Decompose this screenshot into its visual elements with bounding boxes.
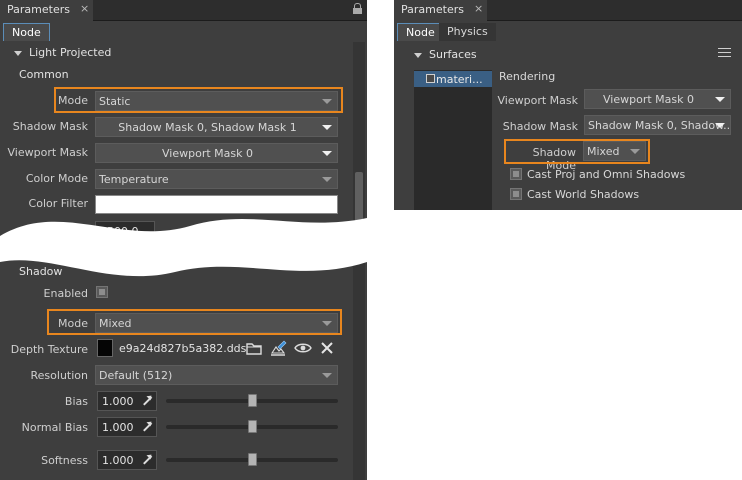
right-tab-physics-label: Physics	[447, 25, 488, 38]
right-parameters-tab-label: Parameters	[401, 3, 464, 16]
normal-bias-slider[interactable]	[166, 420, 338, 433]
left-scrollbar[interactable]	[353, 42, 365, 480]
softness-input[interactable]: 1.000	[97, 450, 157, 470]
enabled-checkbox[interactable]	[96, 286, 108, 298]
left-tab-node-label: Node	[12, 26, 41, 39]
shadow-mode-highlight	[47, 309, 342, 335]
section-light-projected[interactable]: Light Projected	[14, 46, 111, 59]
right-tab-bar: Parameters ×	[394, 0, 742, 21]
chevron-down-icon	[322, 125, 332, 130]
cast-proj-omni-label: Cast Proj and Omni Shadows	[527, 168, 686, 181]
bias-slider[interactable]	[166, 394, 338, 407]
normal-bias-input[interactable]: 1.000	[97, 417, 157, 437]
drag-arrow-icon[interactable]	[142, 396, 152, 406]
right-tab-node[interactable]: Node	[397, 23, 444, 41]
shadow-mask-dropdown[interactable]: Shadow Mask 0, Shadow Mask 1	[95, 117, 338, 137]
section-surfaces-title: Surfaces	[429, 48, 477, 61]
chevron-down-icon	[715, 123, 725, 128]
color-filter-swatch[interactable]	[95, 195, 338, 214]
rp-shadow-mask-label: Shadow Mask	[502, 120, 578, 133]
right-parameters-tab[interactable]: Parameters ×	[394, 0, 487, 21]
bias-slider-handle[interactable]	[247, 394, 257, 407]
normal-bias-value: 1.000	[102, 421, 134, 434]
depth-texture-field[interactable]: e9a24d827b5a382.dds	[97, 339, 246, 357]
surfaces-list[interactable]	[414, 70, 492, 210]
resolution-label: Resolution	[30, 369, 88, 382]
surface-item-label: materi...	[436, 73, 483, 86]
normal-bias-slider-handle[interactable]	[247, 420, 257, 433]
chevron-down-icon	[322, 177, 332, 182]
folder-icon[interactable]	[245, 339, 263, 357]
left-parameters-tab[interactable]: Parameters ×	[0, 0, 93, 21]
right-tab-node-label: Node	[406, 26, 435, 39]
edit-image-icon[interactable]	[269, 339, 287, 357]
group-shadow-title: Shadow	[19, 265, 63, 278]
rp-viewport-mask-label: Viewport Mask	[497, 94, 578, 107]
section-light-projected-title: Light Projected	[29, 46, 112, 59]
enabled-label: Enabled	[43, 287, 88, 300]
depth-texture-label: Depth Texture	[10, 343, 88, 356]
bias-label: Bias	[64, 395, 88, 408]
rp-shadow-mode-highlight	[504, 139, 650, 164]
drag-arrow-icon[interactable]	[142, 455, 152, 465]
normal-bias-label: Normal Bias	[21, 421, 88, 434]
cast-world-checkbox[interactable]	[510, 188, 522, 200]
resolution-dropdown[interactable]: Default (512)	[95, 365, 338, 385]
viewport-mask-dropdown[interactable]: Viewport Mask 0	[95, 143, 338, 163]
mode-highlight	[54, 87, 343, 113]
color-mode-dropdown[interactable]: Temperature	[95, 169, 338, 189]
expand-triangle-icon	[14, 50, 22, 56]
cast-proj-omni-checkbox[interactable]	[510, 168, 522, 180]
rp-shadow-mask-dropdown[interactable]: Shadow Mask 0, Shadow...	[584, 115, 731, 135]
resolution-dropdown-value: Default (512)	[99, 369, 173, 382]
softness-slider-handle[interactable]	[247, 453, 257, 466]
menu-icon[interactable]	[718, 48, 731, 57]
bias-value: 1.000	[102, 395, 134, 408]
shadow-mask-label: Shadow Mask	[12, 120, 88, 133]
rp-viewport-mask-dropdown[interactable]: Viewport Mask 0	[584, 89, 731, 109]
left-parameters-tab-label: Parameters	[7, 3, 70, 16]
right-parameters-panel: Parameters × Node Physics Surfaces mater…	[394, 0, 742, 210]
clear-icon[interactable]	[318, 339, 336, 357]
group-common-title: Common	[19, 68, 69, 81]
rp-shadow-mask-value: Shadow Mask 0, Shadow...	[588, 119, 731, 132]
color-mode-dropdown-value: Temperature	[99, 173, 169, 186]
cast-world-label: Cast World Shadows	[527, 188, 640, 201]
left-scrollbar-thumb[interactable]	[355, 172, 363, 242]
temperature-value: 6500.0	[100, 225, 139, 238]
viewport-mask-label: Viewport Mask	[7, 146, 88, 159]
bias-input[interactable]: 1.000	[97, 391, 157, 411]
viewport-mask-dropdown-value: Viewport Mask 0	[162, 147, 253, 160]
shadow-mask-dropdown-value: Shadow Mask 0, Shadow Mask 1	[118, 121, 297, 134]
softness-slider[interactable]	[166, 453, 338, 466]
temperature-value-field[interactable]: 6500.0	[95, 221, 155, 241]
close-icon[interactable]: ×	[80, 2, 89, 15]
section-surfaces[interactable]: Surfaces	[414, 48, 477, 61]
chevron-down-icon	[322, 151, 332, 156]
surface-checkbox[interactable]	[426, 74, 435, 83]
rp-viewport-mask-value: Viewport Mask 0	[603, 93, 694, 106]
left-parameters-panel: Parameters × Node Light Projected Common…	[0, 0, 367, 480]
rendering-group-title: Rendering	[499, 70, 556, 83]
softness-label: Softness	[41, 454, 88, 467]
left-tab-bar: Parameters ×	[0, 0, 367, 21]
close-icon[interactable]: ×	[474, 2, 483, 15]
lock-icon[interactable]	[353, 3, 362, 15]
color-filter-label: Color Filter	[28, 197, 88, 210]
left-tab-node[interactable]: Node	[3, 23, 50, 41]
color-mode-label: Color Mode	[25, 172, 88, 185]
softness-value: 1.000	[102, 454, 134, 467]
depth-texture-filename: e9a24d827b5a382.dds	[119, 342, 247, 355]
drag-arrow-icon[interactable]	[142, 422, 152, 432]
chevron-down-icon	[322, 373, 332, 378]
chevron-down-icon	[715, 97, 725, 102]
right-tab-physics[interactable]: Physics	[439, 23, 496, 41]
surface-list-item[interactable]: materi...	[414, 71, 492, 87]
eye-icon[interactable]	[294, 339, 312, 357]
expand-triangle-icon	[414, 52, 422, 58]
texture-thumbnail	[97, 339, 113, 357]
